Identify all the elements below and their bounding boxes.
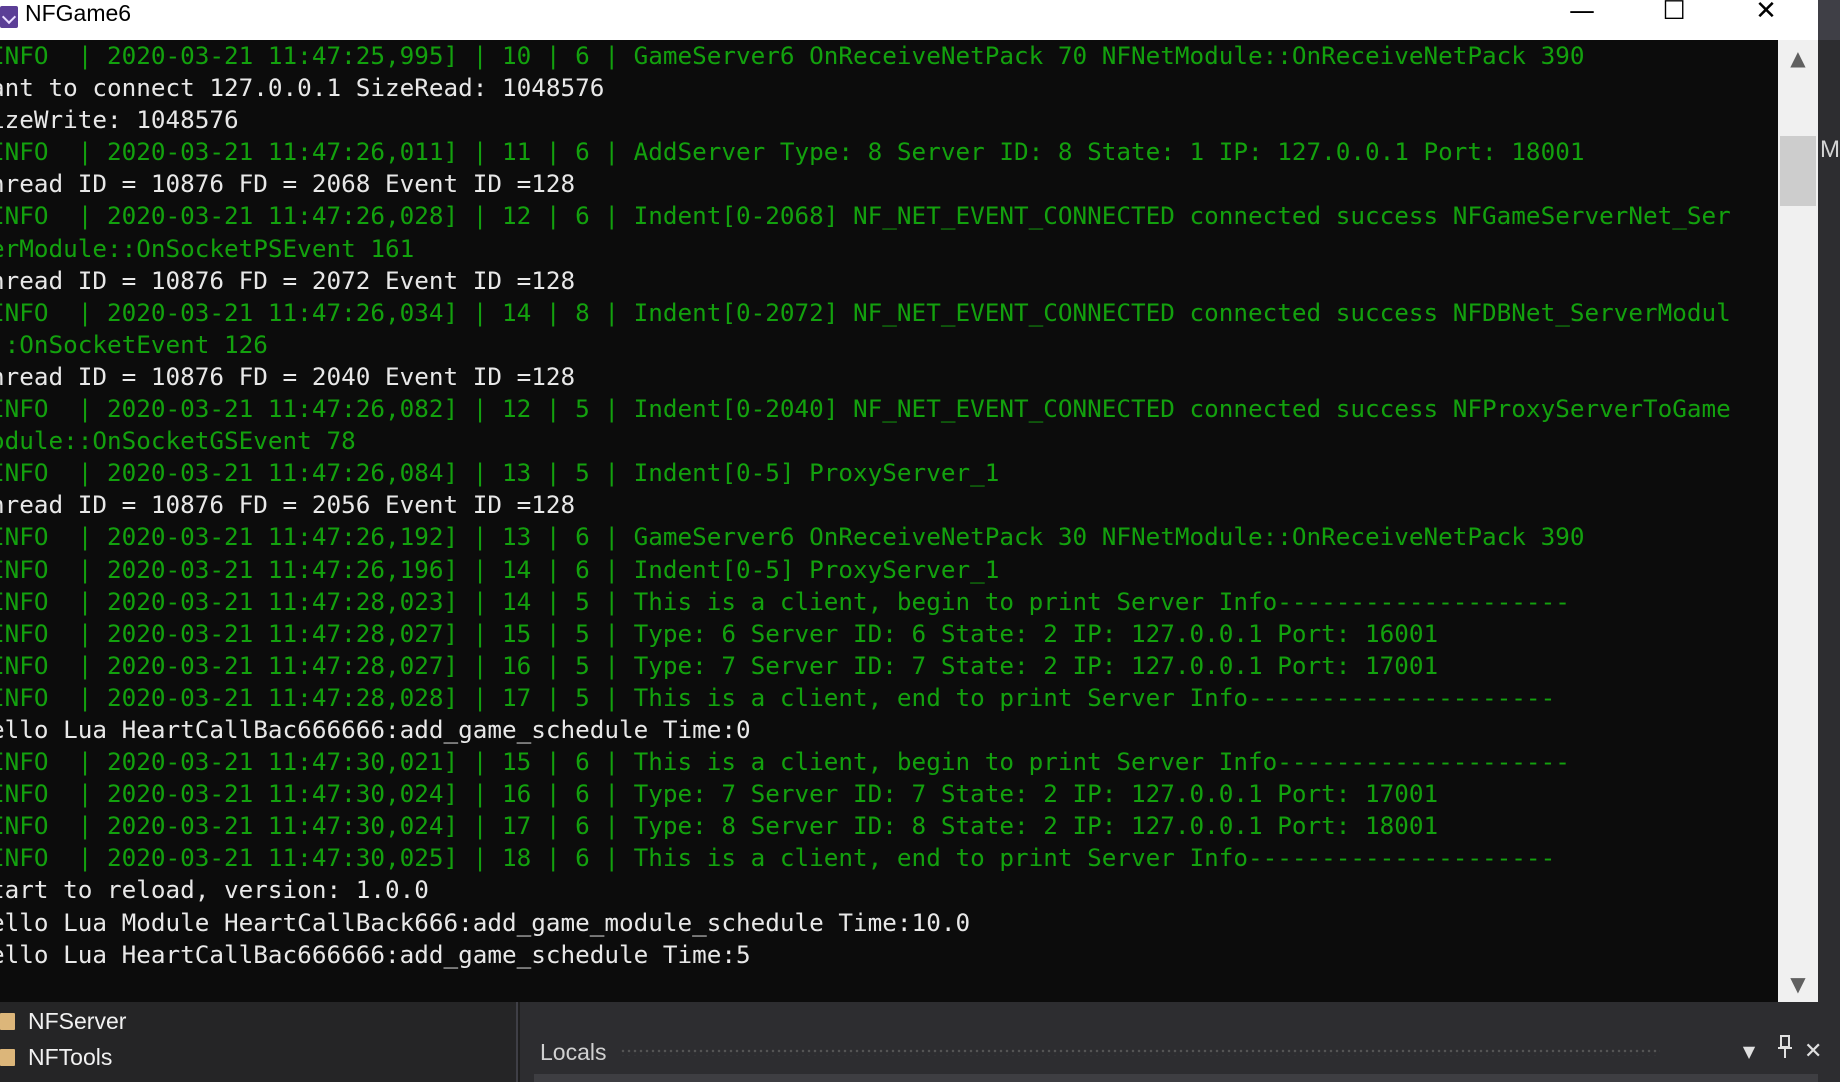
console-line: INFO | 2020-03-21 11:47:28,027] | 16 | 5…	[0, 650, 1439, 680]
chevron-down-icon[interactable]: ▼	[1732, 1034, 1766, 1070]
console-line: izeWrite: 1048576	[0, 105, 239, 135]
console-line: INFO | 2020-03-21 11:47:26,082] | 12 | 5…	[0, 394, 1731, 424]
console-window: NFGame6 — ☐ ✕ INFO | 2020-03-21 11:47:25…	[0, 0, 1818, 1002]
console-line: INFO | 2020-03-21 11:47:30,025] | 18 | 6…	[0, 843, 1556, 873]
ide-edge-panel: Mo	[1818, 0, 1840, 1082]
ide-edge-label[interactable]: Mo	[1820, 136, 1840, 164]
locals-title: Locals	[540, 1039, 607, 1065]
minimize-button[interactable]: —	[1536, 0, 1628, 28]
ide-edge-toolbar	[1818, 0, 1840, 40]
console-line: INFO | 2020-03-21 11:47:28,027] | 15 | 5…	[0, 618, 1439, 648]
tree-item-label: NFServer	[28, 1008, 127, 1034]
window-title: NFGame6	[25, 0, 132, 26]
maximize-button[interactable]: ☐	[1628, 0, 1720, 28]
console-line: INFO | 2020-03-21 11:47:26,011] | 11 | 6…	[0, 137, 1585, 167]
scroll-thumb[interactable]	[1780, 136, 1816, 206]
pin-icon-svg	[1778, 1035, 1792, 1058]
console-line: tart to reload, version: 1.0.0	[0, 875, 429, 905]
title-bar[interactable]: NFGame6 — ☐ ✕	[0, 0, 1818, 40]
console-line: odule::OnSocketGSEvent 78	[0, 426, 356, 456]
folder-icon	[0, 1013, 15, 1030]
console-line: INFO | 2020-03-21 11:47:28,023] | 14 | 5…	[0, 586, 1570, 616]
console-line: hread ID = 10876 FD = 2072 Event ID =128	[0, 265, 576, 295]
console-line: ello Lua Module HeartCallBack666:add_gam…	[0, 907, 971, 937]
console-line: INFO | 2020-03-21 11:47:26,192] | 13 | 6…	[0, 522, 1585, 552]
locals-panel: Locals ▼ ✕	[520, 1002, 1822, 1082]
console-line: ::OnSocketEvent 126	[0, 329, 268, 359]
console-line: INFO | 2020-03-21 11:47:30,024] | 16 | 6…	[0, 779, 1439, 809]
close-button[interactable]: ✕	[1720, 0, 1812, 28]
tree-item-label: NFTools	[28, 1044, 113, 1070]
folder-icon	[0, 1049, 15, 1066]
console-line: hread ID = 10876 FD = 2068 Event ID =128	[0, 169, 576, 199]
console-line: INFO | 2020-03-21 11:47:28,028] | 17 | 5…	[0, 682, 1556, 712]
console-line: ant to connect 127.0.0.1 SizeRead: 10485…	[0, 73, 605, 103]
console-line: INFO | 2020-03-21 11:47:26,196] | 14 | 6…	[0, 554, 1000, 584]
screen: NFGame6 — ☐ ✕ INFO | 2020-03-21 11:47:25…	[0, 0, 1840, 1082]
console-line: INFO | 2020-03-21 11:47:26,034] | 14 | 8…	[0, 297, 1731, 327]
console-line: ello Lua HeartCallBac666666:add_game_sch…	[0, 714, 751, 744]
vertical-scrollbar[interactable]: ▲ ▼	[1778, 40, 1818, 1002]
scroll-up-icon[interactable]: ▲	[1778, 40, 1818, 76]
pin-icon[interactable]	[1768, 1034, 1802, 1070]
drag-grip[interactable]	[620, 1048, 1660, 1056]
console-line: erModule::OnSocketPSEvent 161	[0, 233, 415, 263]
locals-header[interactable]: Locals ▼ ✕	[520, 1030, 1822, 1074]
console-line: ello Lua HeartCallBac666666:add_game_sch…	[0, 939, 751, 969]
console-line: INFO | 2020-03-21 11:47:26,028] | 12 | 6…	[0, 201, 1731, 231]
locals-grid	[534, 1074, 1818, 1082]
close-icon[interactable]: ✕	[1804, 1034, 1822, 1070]
solution-explorer: NFServer NFTools	[0, 1002, 518, 1082]
scroll-down-icon[interactable]: ▼	[1778, 966, 1818, 1002]
console-output[interactable]: INFO | 2020-03-21 11:47:25,995] | 10 | 6…	[0, 40, 1778, 1002]
console-line: INFO | 2020-03-21 11:47:30,021] | 15 | 6…	[0, 747, 1570, 777]
console-line: INFO | 2020-03-21 11:47:26,084] | 13 | 5…	[0, 458, 1000, 488]
console-line: INFO | 2020-03-21 11:47:25,995] | 10 | 6…	[0, 41, 1585, 70]
console-line: hread ID = 10876 FD = 2040 Event ID =128	[0, 361, 576, 391]
console-line: hread ID = 10876 FD = 2056 Event ID =128	[0, 490, 576, 520]
app-icon	[0, 6, 18, 28]
console-line: INFO | 2020-03-21 11:47:30,024] | 17 | 6…	[0, 811, 1439, 841]
